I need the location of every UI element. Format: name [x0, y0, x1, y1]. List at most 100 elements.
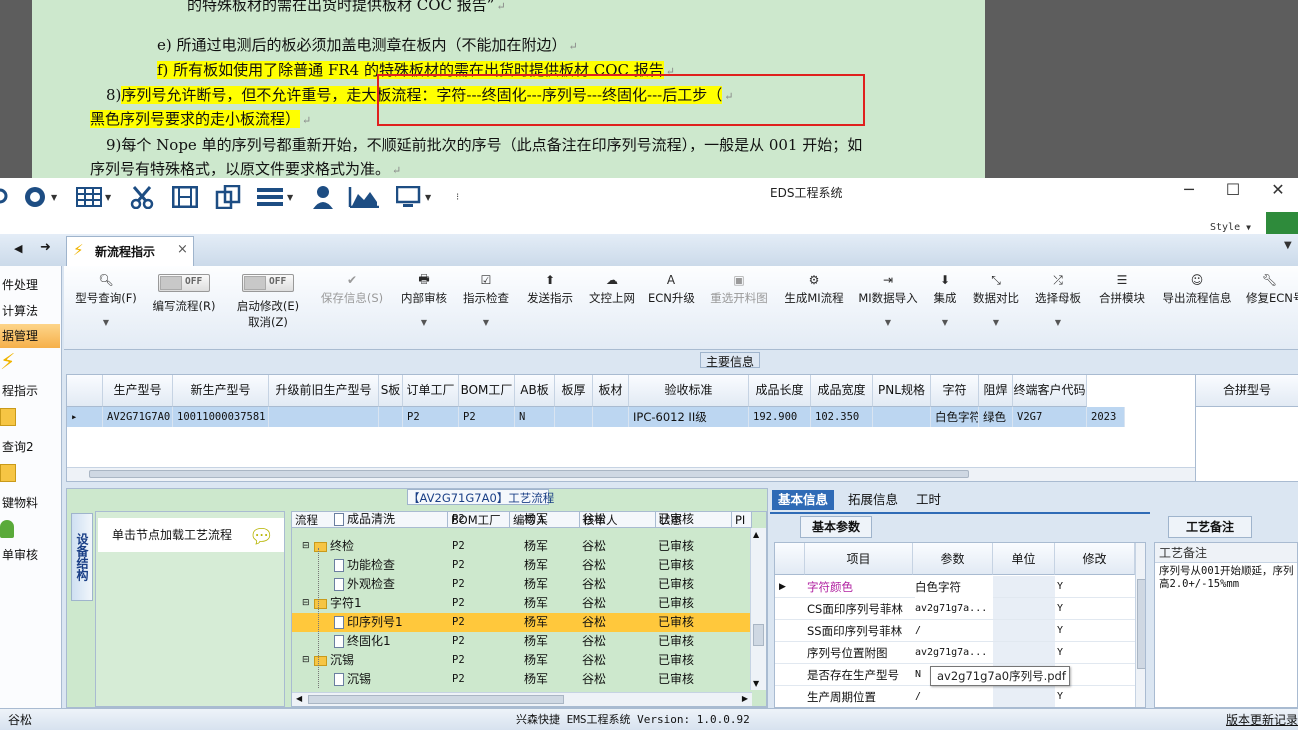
- tree-row[interactable]: ⊟ 字符1 P2 杨军 谷松 已审核: [292, 594, 752, 613]
- column-header[interactable]: S板: [379, 375, 403, 407]
- table-cell[interactable]: AV2G71G7A0: [103, 407, 173, 427]
- toggle-switch[interactable]: OFF: [158, 274, 210, 292]
- params-column-header[interactable]: 参数: [913, 543, 993, 575]
- collapse-icon[interactable]: ⊟: [302, 537, 310, 556]
- column-header[interactable]: 板厚: [555, 375, 593, 407]
- toggle-switch[interactable]: OFF: [242, 274, 294, 292]
- column-header[interactable]: 生产型号: [103, 375, 173, 407]
- internal-review-button[interactable]: 🖶 内部审核 ▼: [398, 266, 450, 350]
- minimize-button[interactable]: ─: [1174, 180, 1204, 199]
- column-header[interactable]: PNL规格: [873, 375, 931, 407]
- table-cell[interactable]: IPC-6012 II级: [629, 407, 749, 427]
- params-cell-value[interactable]: av2g71g7a...: [915, 598, 993, 620]
- tree-vscroll[interactable]: ▲ ▼: [750, 528, 766, 690]
- generate-mi-button[interactable]: ⚙ 生成MI流程: [782, 266, 846, 350]
- table-cell[interactable]: N: [515, 407, 555, 427]
- area-chart-icon[interactable]: [348, 184, 380, 210]
- tab-basic-params[interactable]: 基本参数: [800, 516, 872, 538]
- params-cell-value[interactable]: 白色字符: [915, 576, 993, 598]
- tree-row[interactable]: 功能检查 P2 杨军 谷松 已审核: [292, 556, 752, 575]
- tree-row[interactable]: 终固化1 P2 杨军 谷松 已审核: [292, 632, 752, 651]
- params-column-header[interactable]: 单位: [993, 543, 1055, 575]
- tab-process-remark[interactable]: 工艺备注: [1168, 516, 1252, 538]
- scroll-up-icon[interactable]: ▲: [753, 530, 759, 539]
- upload-web-button[interactable]: ☁ 文控上网: [586, 266, 638, 350]
- column-header[interactable]: 验收标准: [629, 375, 749, 407]
- collapse-icon[interactable]: ⊟: [302, 594, 310, 613]
- film-icon[interactable]: [172, 184, 198, 210]
- column-header[interactable]: 升级前旧生产型号: [269, 375, 379, 407]
- tree-node[interactable]: 外观检查: [334, 575, 395, 594]
- table-cell[interactable]: 102.350: [811, 407, 873, 427]
- column-header[interactable]: 字符: [931, 375, 979, 407]
- params-cell-value[interactable]: /: [915, 686, 993, 707]
- tab-list-dropdown[interactable]: ▼: [1284, 240, 1292, 251]
- export-button[interactable]: ☺ 导出流程信息: [1158, 266, 1236, 350]
- edit-flow-toggle[interactable]: OFF 编写流程(R): [148, 266, 220, 350]
- params-column-header[interactable]: 项目: [805, 543, 913, 575]
- list-icon[interactable]: ▼: [256, 184, 293, 210]
- tree-row[interactable]: 成品清洗 P2 杨军 谷松 已审核: [292, 512, 752, 529]
- sidebar-item[interactable]: 键物料: [0, 494, 60, 511]
- tab-work-hours[interactable]: 工时: [910, 490, 947, 510]
- remark-text[interactable]: 序列号从001开始顺延，序列 高2.0+/-15%mm: [1155, 563, 1297, 593]
- table-cell[interactable]: P2: [459, 407, 515, 427]
- column-header[interactable]: AB板: [515, 375, 555, 407]
- merge-module-button[interactable]: ☰ 合拼模块: [1096, 266, 1148, 350]
- table-cell[interactable]: 白色字符: [931, 407, 979, 427]
- column-header[interactable]: 成品宽度: [811, 375, 873, 407]
- style-dropdown[interactable]: Style ▼: [1210, 222, 1251, 233]
- scroll-thumb[interactable]: [89, 470, 969, 478]
- collapse-icon[interactable]: ⊟: [302, 651, 310, 670]
- cancel-label[interactable]: 取消(Z): [232, 314, 304, 330]
- params-row[interactable]: 序列号位置附图 av2g71g7a... Y: [775, 642, 1135, 664]
- tree-row[interactable]: ⊟ 终检 P2 杨军 谷松 已审核: [292, 537, 752, 556]
- column-header[interactable]: 终端客户代码: [1013, 375, 1087, 407]
- tree-node[interactable]: 印序列号1: [334, 613, 403, 632]
- tree-node[interactable]: 沉锡: [334, 670, 371, 689]
- table-cell[interactable]: [593, 407, 629, 427]
- sidebar-item[interactable]: 查询2: [0, 438, 60, 455]
- grid-icon[interactable]: ▼: [76, 184, 111, 210]
- check-button[interactable]: ☑ 指示检查 ▼: [460, 266, 512, 350]
- tree-node[interactable]: 沉锡: [314, 651, 354, 670]
- customize-toolbar-icon[interactable]: ⁝: [456, 184, 459, 210]
- update-log-link[interactable]: 版本更新记录: [1226, 709, 1298, 730]
- table-cell[interactable]: 2023: [1087, 407, 1125, 427]
- tab-close-button[interactable]: ×: [177, 242, 188, 257]
- close-button[interactable]: ✕: [1263, 180, 1293, 199]
- select-master-button[interactable]: ⤮ 选择母板 ▼: [1032, 266, 1084, 350]
- table-cell[interactable]: [873, 407, 931, 427]
- table-cell[interactable]: V2G7: [1013, 407, 1087, 427]
- tree-row[interactable]: 外观检查 P2 杨军 谷松 已审核: [292, 575, 752, 594]
- compare-button[interactable]: ⤡ 数据对比 ▼: [970, 266, 1022, 350]
- sidebar-item[interactable]: 程指示: [0, 382, 60, 399]
- maximize-button[interactable]: ☐: [1218, 180, 1248, 199]
- monitor-icon[interactable]: ▼: [396, 184, 431, 210]
- scissors-icon[interactable]: [130, 184, 154, 210]
- params-row[interactable]: ▶ 字符颜色 白色字符 Y: [775, 576, 1135, 598]
- excel-icon[interactable]: [1266, 212, 1298, 234]
- copy-icon[interactable]: [214, 184, 242, 210]
- user-icon[interactable]: [312, 184, 334, 210]
- globe-icon[interactable]: ▼: [22, 184, 57, 210]
- params-column-header[interactable]: 修改: [1055, 543, 1135, 575]
- fix-ecn-button[interactable]: 🔧︎ 修复ECN号: [1246, 266, 1298, 350]
- tab-equipment-structure[interactable]: 设备结构: [71, 513, 93, 601]
- params-row[interactable]: 生产周期位置 / Y: [775, 686, 1135, 707]
- query-button[interactable]: 🔍︎ 型号查询(F) ▼: [70, 266, 142, 350]
- send-button[interactable]: ⬆ 发送指示: [524, 266, 576, 350]
- table-cell[interactable]: 10011000037581: [173, 407, 269, 427]
- search-icon[interactable]: [0, 184, 10, 210]
- column-header[interactable]: 订单工厂: [403, 375, 459, 407]
- tree-node[interactable]: 字符1: [314, 594, 362, 613]
- ecn-upgrade-button[interactable]: A ECN升级: [648, 266, 695, 350]
- table-cell[interactable]: [379, 407, 403, 427]
- regen-chart-button[interactable]: ▣ 重选开料图: [706, 266, 772, 350]
- sidebar-item-active[interactable]: 据管理: [0, 324, 60, 348]
- scroll-down-icon[interactable]: ▼: [753, 679, 759, 688]
- integrate-button[interactable]: ⬇ 集成 ▼: [930, 266, 960, 350]
- params-cell-value[interactable]: av2g71g7a...: [915, 642, 993, 664]
- params-vscroll[interactable]: [1135, 543, 1145, 707]
- column-header[interactable]: 成品长度: [749, 375, 811, 407]
